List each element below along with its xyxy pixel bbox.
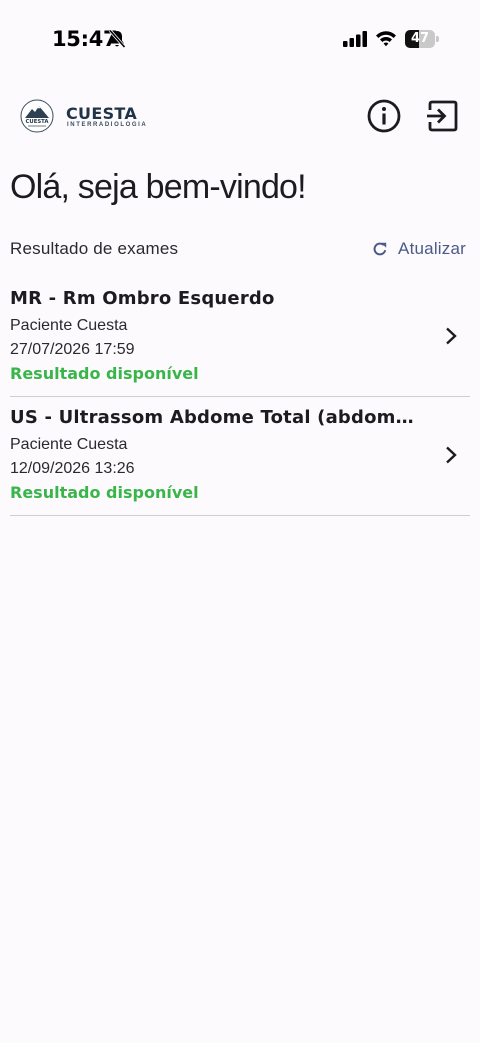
- logout-button[interactable]: [424, 98, 460, 134]
- exam-list-item[interactable]: MR - Rm Ombro Esquerdo Paciente Cuesta 2…: [10, 278, 470, 397]
- bell-slash-icon: [108, 29, 126, 49]
- refresh-label: Atualizar: [398, 239, 466, 258]
- logo-subtitle: INTERRADIOLOGIA: [67, 122, 148, 128]
- exam-patient: Paciente Cuesta: [10, 436, 128, 453]
- status-bar: 15:47 47: [0, 0, 480, 78]
- exams-section-label: Resultado de exames: [10, 239, 179, 258]
- exam-title: MR - Rm Ombro Esquerdo: [10, 288, 275, 309]
- exam-date: 12/09/2026 13:26: [10, 460, 135, 477]
- info-button[interactable]: [366, 98, 402, 134]
- exam-status: Resultado disponível: [10, 483, 199, 502]
- logo-mountain-icon: CUESTA: [20, 99, 54, 133]
- battery-body: 47: [405, 30, 435, 48]
- exam-title: US - Ultrassom Abdome Total (abdome...: [10, 407, 420, 428]
- signal-icon: [343, 31, 367, 47]
- chevron-right-icon: [446, 446, 457, 464]
- exam-patient: Paciente Cuesta: [10, 317, 128, 334]
- refresh-button[interactable]: Atualizar: [372, 236, 466, 262]
- exam-status: Resultado disponível: [10, 364, 199, 383]
- exam-list: MR - Rm Ombro Esquerdo Paciente Cuesta 2…: [10, 278, 470, 516]
- battery-icon: 47: [405, 30, 439, 48]
- logo-name: CUESTA: [66, 104, 138, 123]
- app-header: CUESTA CUESTA INTERRADIOLOGIA: [0, 88, 480, 146]
- exam-date: 27/07/2026 17:59: [10, 341, 135, 358]
- battery-level: 47: [410, 31, 430, 46]
- logo-mark-text: CUESTA: [26, 119, 50, 125]
- chevron-right-icon: [446, 327, 457, 345]
- wifi-icon: [376, 31, 396, 47]
- refresh-icon: [373, 242, 387, 256]
- welcome-heading: Olá, seja bem-vindo!: [10, 168, 307, 206]
- exam-list-item[interactable]: US - Ultrassom Abdome Total (abdome... P…: [10, 397, 470, 516]
- battery-cap: [436, 36, 439, 42]
